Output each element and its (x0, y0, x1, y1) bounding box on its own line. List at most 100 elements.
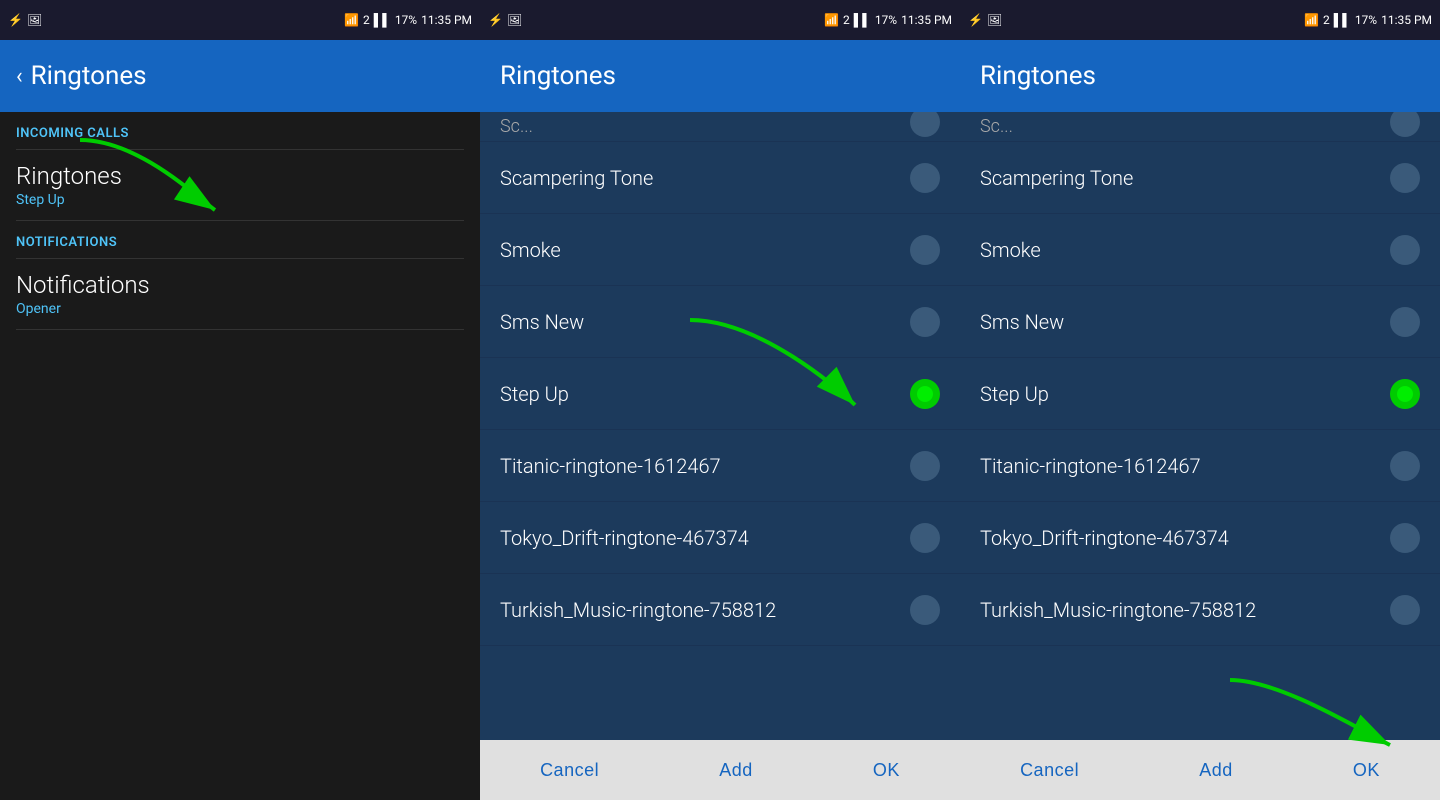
partial-name: Sc... (500, 116, 533, 137)
top-bar-1: ‹ Ringtones (0, 40, 480, 112)
list-item-tokyo[interactable]: Tokyo_Drift-ringtone-467374 (480, 502, 960, 574)
list-item-smsnew[interactable]: Sms New (480, 286, 960, 358)
item-name-stepup-2: Step Up (980, 382, 1049, 406)
item-name-scampering-2: Scampering Tone (980, 166, 1133, 190)
panel-ringtones-1: ⚡ 🖼 📶 2 ▌▌ 17% 11:35 PM Ringtones Sc... … (480, 0, 960, 800)
bottom-bar-1: Cancel Add OK (480, 740, 960, 800)
status-right-1: 📶 2 ▌▌ 17% 11:35 PM (344, 13, 472, 27)
list-item-smsnew-2[interactable]: Sms New (960, 286, 1440, 358)
notifications-title: Notifications (16, 271, 464, 299)
section-notifications: NOTIFICATIONS (0, 221, 480, 258)
item-name-titanic-2: Titanic-ringtone-1612467 (980, 454, 1201, 478)
top-bar-2: Ringtones (480, 40, 960, 112)
ringtones-title: Ringtones (16, 162, 464, 190)
list-item-titanic[interactable]: Titanic-ringtone-1612467 (480, 430, 960, 502)
list-item-scampering-2[interactable]: Scampering Tone (960, 142, 1440, 214)
ringtone-list-1: Sc... Scampering Tone Smoke Sms New Step… (480, 112, 960, 740)
add-button-1[interactable]: Add (695, 750, 777, 791)
status-left-2: ⚡ 🖼 (488, 13, 522, 27)
item-name-scampering: Scampering Tone (500, 166, 653, 190)
list-item-tokyo-2[interactable]: Tokyo_Drift-ringtone-467374 (960, 502, 1440, 574)
list-item-titanic-2[interactable]: Titanic-ringtone-1612467 (960, 430, 1440, 502)
status-right-3: 📶 2 ▌▌ 17% 11:35 PM (1304, 13, 1432, 27)
item-name-turkish: Turkish_Music-ringtone-758812 (500, 598, 776, 622)
list-item-smoke[interactable]: Smoke (480, 214, 960, 286)
item-name-turkish-2: Turkish_Music-ringtone-758812 (980, 598, 1256, 622)
panel-ringtones-2: ⚡ 🖼 📶 2 ▌▌ 17% 11:35 PM Ringtones Sc... … (960, 0, 1440, 800)
list-item-scampering[interactable]: Scampering Tone (480, 142, 960, 214)
status-right-2: 📶 2 ▌▌ 17% 11:35 PM (824, 13, 952, 27)
section-incoming-calls: INCOMING CALLS (0, 112, 480, 149)
list-item-smoke-2[interactable]: Smoke (960, 214, 1440, 286)
ringtones-setting-item[interactable]: Ringtones Step Up (0, 150, 480, 220)
radio-smsnew-2[interactable] (1390, 307, 1420, 337)
list-item-stepup-2[interactable]: Step Up (960, 358, 1440, 430)
image-icon: 🖼 (27, 13, 42, 27)
radio-smoke[interactable] (910, 235, 940, 265)
ringtone-list-2: Sc... Scampering Tone Smoke Sms New Step… (960, 112, 1440, 740)
notifications-setting-item[interactable]: Notifications Opener (0, 259, 480, 329)
usb-icon: ⚡ (8, 13, 23, 27)
add-button-2[interactable]: Add (1175, 750, 1257, 791)
item-name-tokyo: Tokyo_Drift-ringtone-467374 (500, 526, 749, 550)
radio-smsnew[interactable] (910, 307, 940, 337)
signal-icon-2: ▌▌ (854, 13, 871, 27)
radio-turkish[interactable] (910, 595, 940, 625)
list-item-stepup[interactable]: Step Up (480, 358, 960, 430)
back-button[interactable]: ‹ (16, 64, 23, 89)
status-left-3: ⚡ 🖼 (968, 13, 1002, 27)
ringtones-subtitle: Step Up (16, 192, 464, 208)
cancel-button-1[interactable]: Cancel (516, 750, 623, 791)
top-bar-3: Ringtones (960, 40, 1440, 112)
partial-radio-2 (1390, 112, 1420, 137)
battery-level: 17% (395, 13, 417, 27)
panel-title-1: Ringtones (31, 61, 147, 91)
panel-settings: ⚡ 🖼 📶 2 ▌▌ 17% 11:35 PM ‹ Ringtones INCO… (0, 0, 480, 800)
notifications-subtitle: Opener (16, 301, 464, 317)
radio-titanic-2[interactable] (1390, 451, 1420, 481)
item-name-smoke: Smoke (500, 238, 561, 262)
radio-tokyo[interactable] (910, 523, 940, 553)
network-badge: 2 (363, 13, 370, 27)
partial-name-2: Sc... (980, 116, 1013, 137)
list-item-turkish-2[interactable]: Turkish_Music-ringtone-758812 (960, 574, 1440, 646)
wifi-icon-2: 📶 (824, 13, 839, 27)
status-bar-2: ⚡ 🖼 📶 2 ▌▌ 17% 11:35 PM (480, 0, 960, 40)
partial-radio (910, 112, 940, 137)
network-badge-2: 2 (843, 13, 850, 27)
status-left-1: ⚡ 🖼 (8, 13, 42, 27)
partial-item: Sc... (480, 112, 960, 142)
item-name-tokyo-2: Tokyo_Drift-ringtone-467374 (980, 526, 1229, 550)
ok-button-1[interactable]: OK (849, 750, 924, 791)
item-name-smsnew-2: Sms New (980, 310, 1064, 334)
radio-scampering-2[interactable] (1390, 163, 1420, 193)
radio-tokyo-2[interactable] (1390, 523, 1420, 553)
item-name-titanic: Titanic-ringtone-1612467 (500, 454, 721, 478)
wifi-icon: 📶 (344, 13, 359, 27)
status-bar-3: ⚡ 🖼 📶 2 ▌▌ 17% 11:35 PM (960, 0, 1440, 40)
battery-level-3: 17% (1355, 13, 1377, 27)
battery-level-2: 17% (875, 13, 897, 27)
radio-turkish-2[interactable] (1390, 595, 1420, 625)
time-display: 11:35 PM (421, 13, 472, 27)
radio-smoke-2[interactable] (1390, 235, 1420, 265)
item-name-stepup: Step Up (500, 382, 569, 406)
radio-scampering[interactable] (910, 163, 940, 193)
image-icon-2: 🖼 (507, 13, 522, 27)
panel-title-2: Ringtones (500, 61, 616, 91)
partial-item-2: Sc... (960, 112, 1440, 142)
item-name-smsnew: Sms New (500, 310, 584, 334)
divider-4 (16, 329, 464, 330)
cancel-button-2[interactable]: Cancel (996, 750, 1103, 791)
usb-icon-3: ⚡ (968, 13, 983, 27)
time-display-2: 11:35 PM (901, 13, 952, 27)
radio-titanic[interactable] (910, 451, 940, 481)
panel-title-3: Ringtones (980, 61, 1096, 91)
radio-stepup[interactable] (910, 379, 940, 409)
wifi-icon-3: 📶 (1304, 13, 1319, 27)
radio-stepup-2[interactable] (1390, 379, 1420, 409)
list-item-turkish[interactable]: Turkish_Music-ringtone-758812 (480, 574, 960, 646)
signal-icon: ▌▌ (374, 13, 391, 27)
ok-button-2[interactable]: OK (1329, 750, 1404, 791)
bottom-bar-2: Cancel Add OK (960, 740, 1440, 800)
